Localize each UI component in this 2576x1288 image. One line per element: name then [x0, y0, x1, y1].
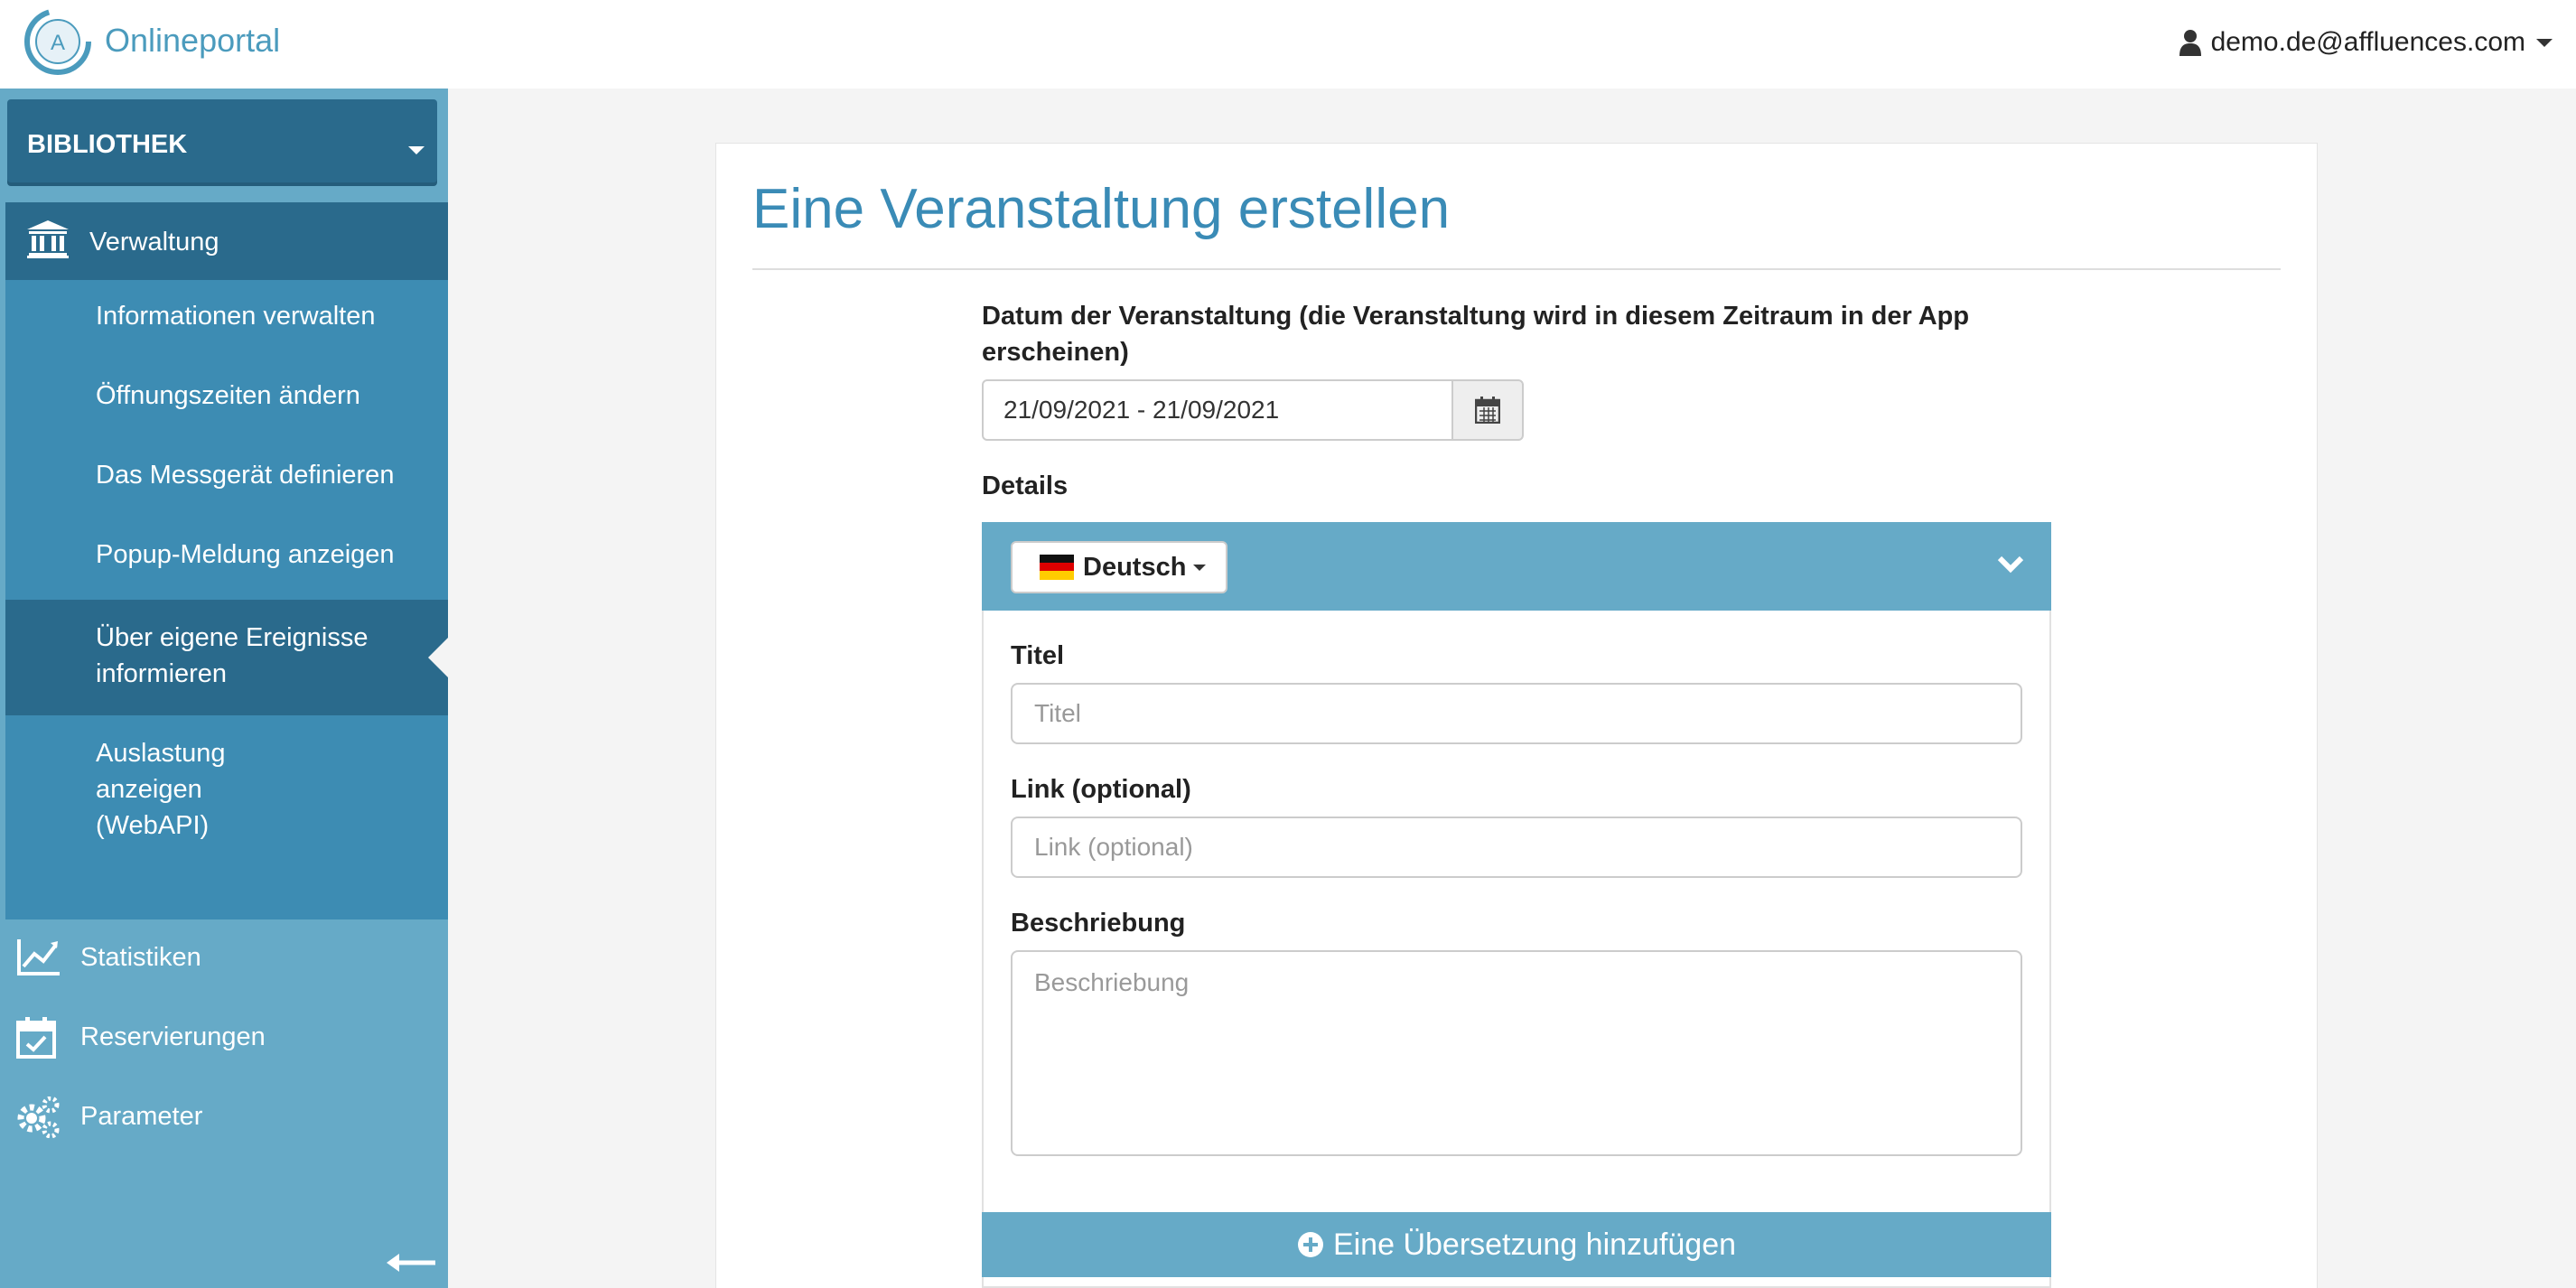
- user-menu[interactable]: demo.de@affluences.com: [2179, 27, 2553, 58]
- calendar-icon: [1475, 397, 1500, 424]
- chevron-down-icon: [2536, 38, 2553, 47]
- add-translation-label: Eine Übersetzung hinzufügen: [1332, 1227, 1737, 1262]
- sidebar-item-messgeraet[interactable]: Das Messgerät definieren: [5, 457, 448, 493]
- brand-name[interactable]: Onlineportal: [105, 22, 280, 60]
- sidebar-item-statistiken[interactable]: Statistiken: [0, 919, 448, 999]
- sidebar-section-label: Verwaltung: [89, 228, 219, 257]
- plus-circle-icon: [1297, 1232, 1323, 1257]
- calendar-check-icon: [16, 1017, 56, 1059]
- sidebar-item-popup[interactable]: Popup-Meldung anzeigen: [5, 537, 448, 573]
- sidebar-item-ereignisse[interactable]: Über eigene Ereignisse informieren: [5, 600, 448, 715]
- chevron-down-icon[interactable]: [1996, 553, 2025, 574]
- top-bar: A Onlineportal demo.de@affluences.com: [0, 0, 2576, 89]
- bank-icon: [27, 220, 69, 258]
- gears-icon: [17, 1097, 60, 1138]
- sidebar-item-oeffnungszeiten[interactable]: Öffnungszeiten ändern: [5, 378, 448, 414]
- arrow-left-icon[interactable]: [387, 1250, 437, 1275]
- add-translation-button[interactable]: Eine Übersetzung hinzufügen: [982, 1212, 2051, 1277]
- description-textarea[interactable]: [1011, 950, 2022, 1156]
- link-label: Link (optional): [1011, 775, 1191, 804]
- sidebar-item-reservierungen[interactable]: Reservierungen: [0, 999, 448, 1078]
- active-indicator: [428, 638, 448, 677]
- library-select[interactable]: BIBLIOTHEK: [7, 99, 437, 186]
- sidebar-item-informationen[interactable]: Informationen verwalten: [5, 298, 448, 334]
- page-title: Eine Veranstaltung erstellen: [752, 178, 1451, 240]
- details-label: Details: [982, 471, 1069, 500]
- calendar-button[interactable]: [1451, 379, 1524, 441]
- sidebar-item-label: Parameter: [80, 1102, 203, 1131]
- svg-text:A: A: [51, 31, 65, 55]
- caret-down-icon: [408, 146, 425, 154]
- sidebar-item-label: Über eigene Ereignisse informieren: [96, 623, 369, 688]
- language-select[interactable]: Deutsch: [1011, 541, 1227, 593]
- user-icon: [2179, 30, 2201, 56]
- divider: [752, 268, 2281, 270]
- date-range-input[interactable]: [982, 379, 1453, 441]
- caret-down-icon: [1193, 564, 1207, 571]
- user-email: demo.de@affluences.com: [2210, 27, 2525, 57]
- title-input[interactable]: [1011, 683, 2022, 744]
- sidebar-item-label: Reservierungen: [80, 1022, 266, 1051]
- sidebar-item-label: Statistiken: [80, 943, 201, 972]
- sidebar-item-parameter[interactable]: Parameter: [0, 1078, 448, 1158]
- german-flag-icon: [1040, 555, 1074, 580]
- library-select-label: BIBLIOTHEK: [27, 130, 188, 159]
- sidebar-item-auslastung[interactable]: Auslastung anzeigen (WebAPI): [5, 735, 448, 844]
- date-range-group: [982, 379, 1524, 441]
- description-label: Beschriebung: [1011, 909, 1186, 938]
- chart-line-icon: [17, 939, 60, 975]
- logo-icon[interactable]: A: [23, 7, 92, 76]
- link-input[interactable]: [1011, 817, 2022, 878]
- sidebar-section-verwaltung[interactable]: Verwaltung: [5, 202, 448, 280]
- date-label: Datum der Veranstaltung (die Veranstaltu…: [982, 302, 1970, 367]
- title-label: Titel: [1011, 641, 1065, 670]
- language-label: Deutsch: [1083, 552, 1187, 582]
- sidebar: BIBLIOTHEK Verwaltung Informationen verw…: [0, 89, 448, 1288]
